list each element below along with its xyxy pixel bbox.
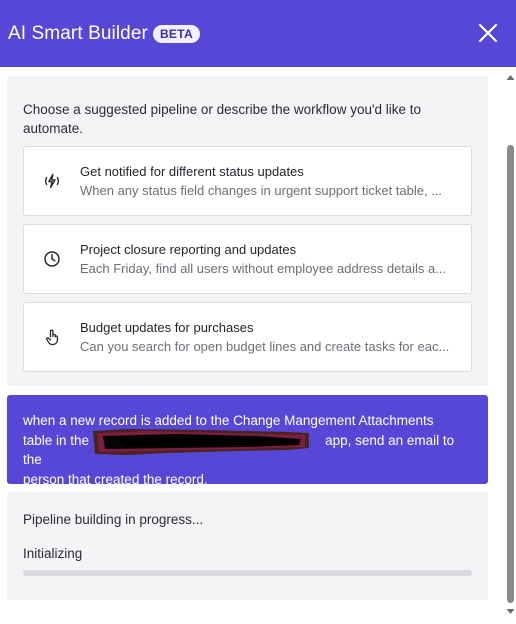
progress-title: Pipeline building in progress...: [23, 512, 204, 527]
card-description: Each Friday, find all users without empl…: [80, 261, 447, 276]
card-description: When any status field changes in urgent …: [80, 183, 443, 198]
card-description: Can you search for open budget lines and…: [80, 339, 450, 354]
header-title: AI Smart Builder: [8, 22, 148, 44]
close-icon: [478, 23, 498, 43]
scroll-up-arrow-icon[interactable]: [505, 73, 516, 81]
user-message-bubble: when a new record is added to the Change…: [7, 395, 488, 487]
clock-icon: [44, 251, 60, 267]
progress-bar: [23, 570, 472, 576]
suggestions-panel: Choose a suggested pipeline or describe …: [7, 76, 488, 386]
user-message-line-3: person that created the record.: [23, 471, 208, 487]
suggestion-card-status-updates[interactable]: Get notified for different status update…: [23, 146, 472, 216]
hand-pointer-icon: [46, 329, 59, 346]
close-button[interactable]: [478, 23, 498, 43]
lightning-icon: [44, 173, 60, 189]
suggestion-card-budget-updates[interactable]: Budget updates for purchases Can you sea…: [23, 302, 472, 372]
scroll-down-arrow-icon[interactable]: [505, 608, 516, 616]
header: AI Smart Builder BETA: [0, 0, 516, 67]
suggestion-card-project-closure[interactable]: Project closure reporting and updates Ea…: [23, 224, 472, 294]
beta-badge: BETA: [152, 24, 200, 43]
scroll-area: Choose a suggested pipeline or describe …: [0, 67, 516, 624]
vertical-scrollbar[interactable]: [505, 67, 516, 624]
intro-text: Choose a suggested pipeline or describe …: [23, 102, 422, 136]
card-title: Budget updates for purchases: [80, 320, 254, 335]
user-message-line-2-start: table in the: [23, 432, 90, 448]
progress-status: Initializing: [23, 546, 83, 561]
card-title: Project closure reporting and updates: [80, 242, 297, 257]
progress-panel: Pipeline building in progress... Initial…: [7, 492, 488, 600]
scrollbar-thumb[interactable]: [507, 145, 514, 603]
card-title: Get notified for different status update…: [80, 164, 304, 179]
redaction-mark: [93, 429, 309, 455]
